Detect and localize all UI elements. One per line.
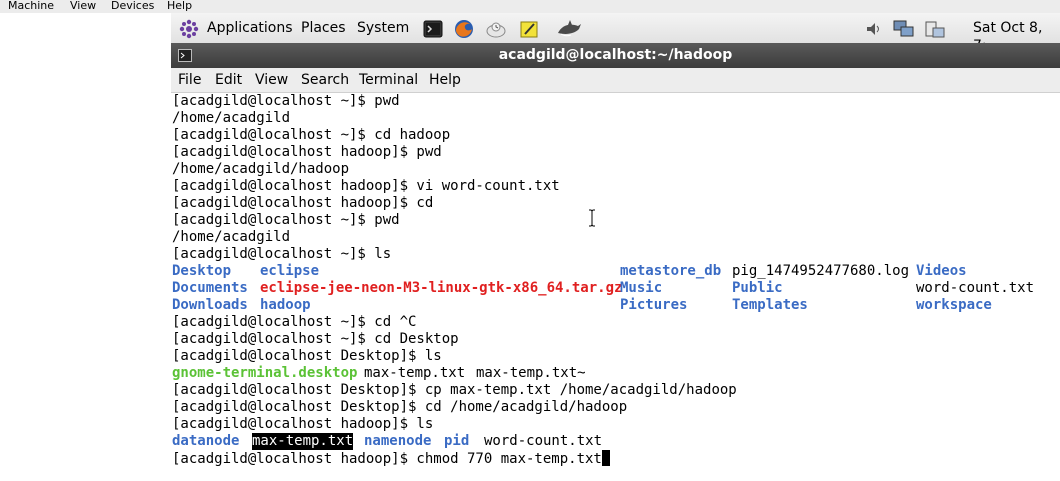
current-prompt-line[interactable]: [acadgild@localhost hadoop]$ chmod 770 m…	[172, 450, 610, 468]
firefox-icon[interactable]	[454, 19, 474, 39]
ls-entry-directory: Pictures	[620, 297, 688, 313]
ls-entry-directory: workspace	[916, 297, 992, 313]
gnome-panel: Applications Places System Sat Oct 8, 7:	[171, 13, 1060, 54]
ls-entry-file: max-temp.txt	[364, 365, 466, 381]
terminal-line: [acadgild@localhost ~]$ cd ^C	[172, 314, 417, 330]
mail-client-icon[interactable]	[486, 19, 506, 39]
ls-entry-directory: hadoop	[260, 297, 311, 313]
applications-menu[interactable]: Applications	[207, 19, 293, 37]
text-editor-icon[interactable]	[519, 19, 539, 39]
terminal-line: /home/acadgild/hadoop	[172, 161, 350, 177]
window-titlebar[interactable]: acadgild@localhost:~/hadoop	[171, 43, 1060, 68]
terminal-line: /home/acadgild	[172, 229, 291, 245]
terminal-line: [acadgild@localhost ~]$ cd Desktop	[172, 331, 459, 347]
ls-entry-directory: Music	[620, 280, 663, 296]
ls-entry-archive: eclipse-jee-neon-M3-linux-gtk-x86_64.tar…	[260, 280, 623, 296]
terminal-menubar: File Edit View Search Terminal Help	[171, 68, 1060, 93]
vm-menu-view[interactable]: View	[70, 0, 96, 12]
ls-entry-directory: namenode	[364, 433, 432, 449]
terminal-line: [acadgild@localhost hadoop]$ vi word-cou…	[172, 178, 560, 194]
current-command: [acadgild@localhost hadoop]$ chmod 770 m…	[172, 451, 602, 467]
ls-entry-directory: datanode	[172, 433, 240, 449]
terminal-line: [acadgild@localhost ~]$ ls	[172, 246, 392, 262]
ls-entry-directory: Videos	[916, 263, 967, 279]
vm-menubar: Machine View Devices Help	[0, 0, 1060, 13]
ls-entry-directory: metastore_db	[620, 263, 722, 279]
dolphin-app-icon[interactable]	[556, 19, 582, 39]
ls-entry-file: max-temp.txt~	[476, 365, 586, 381]
ls-entry-directory: Downloads	[172, 297, 248, 313]
menu-view[interactable]: View	[255, 72, 288, 88]
ls-entry-directory: Documents	[172, 280, 248, 296]
mouse-ibeam-cursor-icon	[589, 209, 595, 227]
places-menu[interactable]: Places	[301, 19, 346, 37]
vm-menu-help[interactable]: Help	[167, 0, 192, 12]
menu-file[interactable]: File	[178, 72, 201, 88]
vm-background	[0, 13, 171, 481]
terminal-line: [acadgild@localhost ~]$ cd hadoop	[172, 127, 451, 143]
menu-edit[interactable]: Edit	[215, 72, 242, 88]
terminal-line: [acadgild@localhost Desktop]$ cd /home/a…	[172, 399, 628, 415]
menu-search[interactable]: Search	[301, 72, 349, 88]
terminal-launcher-icon[interactable]	[423, 19, 443, 39]
system-menu[interactable]: System	[357, 19, 409, 37]
ls-entry-directory: Desktop	[172, 263, 232, 279]
terminal-output[interactable]: [acadgild@localhost ~]$ pwd /home/acadgi…	[171, 93, 1060, 481]
terminal-line: [acadgild@localhost ~]$ pwd	[172, 93, 400, 109]
network-icon[interactable]	[893, 19, 915, 39]
terminal-line: [acadgild@localhost hadoop]$ ls	[172, 416, 434, 432]
ls-entry-executable: gnome-terminal.desktop	[172, 365, 358, 381]
ls-entry-selected-file: max-temp.txt	[252, 433, 354, 450]
package-updates-icon[interactable]	[924, 19, 946, 39]
ls-entry-directory: Templates	[732, 297, 808, 313]
ls-entry-directory: Public	[732, 280, 783, 296]
terminal-line: [acadgild@localhost hadoop]$ pwd	[172, 144, 442, 160]
text-cursor	[601, 450, 610, 466]
vm-menu-devices[interactable]: Devices	[111, 0, 154, 12]
terminal-line: [acadgild@localhost Desktop]$ cp max-tem…	[172, 382, 737, 398]
terminal-line: [acadgild@localhost Desktop]$ ls	[172, 348, 442, 364]
terminal-line: /home/acadgild	[172, 110, 291, 126]
ls-entry-directory: pid	[444, 433, 470, 449]
window-title: acadgild@localhost:~/hadoop	[498, 47, 733, 63]
menu-help[interactable]: Help	[429, 72, 461, 88]
terminal-line: [acadgild@localhost ~]$ pwd	[172, 212, 400, 228]
ls-entry-file: pig_1474952477680.log	[732, 263, 910, 279]
terminal-line: [acadgild@localhost hadoop]$ cd	[172, 195, 434, 211]
ls-entry-directory: eclipse	[260, 263, 320, 279]
volume-icon[interactable]	[864, 19, 884, 39]
vm-menu-machine[interactable]: Machine	[8, 0, 54, 12]
ls-entry-file: word-count.txt	[484, 433, 603, 449]
gnome-foot-icon[interactable]	[179, 19, 199, 39]
ls-entry-file: word-count.txt	[916, 280, 1035, 296]
menu-terminal[interactable]: Terminal	[359, 72, 418, 88]
